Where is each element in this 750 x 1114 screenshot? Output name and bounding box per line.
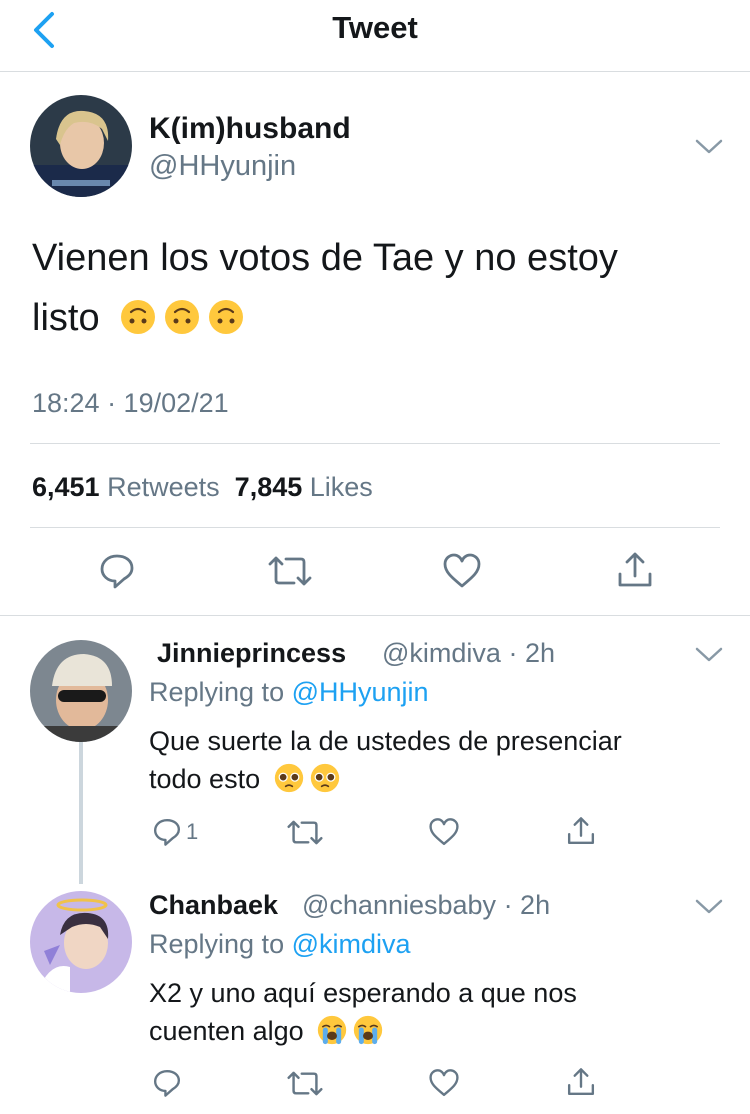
top-bar: Tweet: [0, 0, 750, 72]
tweet-text: Vienen los votos de Tae y no estoy listo: [32, 228, 712, 348]
author-handle[interactable]: @HHyunjin: [149, 150, 296, 183]
replying-to-handle[interactable]: @HHyunjin: [292, 677, 429, 707]
avatar[interactable]: [30, 891, 132, 993]
chevron-down-icon[interactable]: [694, 136, 724, 156]
author-name[interactable]: K(im)husband: [149, 112, 351, 146]
likes-label: Likes: [309, 472, 373, 502]
divider: [30, 527, 720, 528]
like-button[interactable]: [428, 817, 460, 847]
likes-stat[interactable]: 7,845 Likes: [235, 472, 373, 502]
retweets-label: Retweets: [107, 472, 220, 502]
avatar[interactable]: [30, 640, 132, 742]
likes-count: 7,845: [234, 472, 303, 502]
like-button[interactable]: [428, 1068, 460, 1098]
share-button[interactable]: [566, 1066, 596, 1098]
tweet-text-line-2: listo: [32, 297, 100, 339]
page-title: Tweet: [332, 10, 418, 45]
loudly-crying-face-icon: [317, 1015, 347, 1045]
upside-down-face-icon: [165, 300, 200, 334]
retweets-stat[interactable]: 6,451 Retweets: [32, 472, 220, 502]
replying-to-handle[interactable]: @kimdiva: [292, 929, 411, 959]
chevron-down-icon[interactable]: [694, 644, 724, 664]
reply-button[interactable]: [98, 552, 136, 590]
reply-author-handle: @kimdiva · 2h: [382, 638, 555, 669]
reply-icon: [100, 554, 134, 589]
reply-handle[interactable]: @kimdiva: [382, 638, 501, 668]
upside-down-face-icon: [121, 300, 156, 334]
retweet-icon: [268, 556, 312, 586]
reply-text-line-1: X2 y uno aquí esperando a que nos: [149, 978, 577, 1008]
upside-down-face-icon: [209, 300, 244, 334]
chevron-down-icon[interactable]: [694, 896, 724, 916]
thread-line: [79, 742, 83, 884]
share-button[interactable]: [566, 815, 596, 847]
loudly-crying-face-icon: [353, 1015, 383, 1045]
reply-text: Que suerte la de ustedes de presenciar t…: [149, 722, 622, 798]
share-button[interactable]: [616, 550, 654, 590]
reply-count: 1: [186, 819, 199, 844]
reply-text-line-1: Que suerte la de ustedes de presenciar: [149, 726, 622, 756]
replying-to: Replying to @kimdiva: [149, 929, 411, 960]
reply-handle[interactable]: @channiesbaby: [302, 890, 496, 920]
tweet-text-line-1: Vienen los votos de Tae y no estoy: [32, 237, 618, 279]
replying-to-prefix: Replying to: [149, 929, 285, 959]
tweet-timestamp[interactable]: 18:24 · 19/02/21: [32, 388, 229, 419]
avatar[interactable]: [30, 95, 132, 197]
reply-author-handle: @channiesbaby · 2h: [302, 890, 550, 921]
replying-to-prefix: Replying to: [149, 677, 285, 707]
reply-time: · 2h: [508, 638, 555, 668]
tweet-stats: 6,451 Retweets 7,845 Likes: [32, 472, 373, 503]
reply-author-name[interactable]: Jinnieprincess: [157, 638, 346, 669]
retweet-button[interactable]: [287, 817, 323, 848]
reply-button[interactable]: 1: [152, 817, 198, 847]
heart-icon: [443, 553, 481, 588]
divider: [30, 443, 720, 444]
reply-text-line-2: todo esto: [149, 764, 261, 794]
pleading-face-icon: [274, 763, 303, 793]
pleading-face-icon: [310, 763, 339, 793]
retweet-button[interactable]: [287, 1068, 323, 1099]
share-icon: [567, 1068, 595, 1096]
reply-button[interactable]: [152, 1068, 182, 1098]
retweets-count: 6,451: [32, 472, 100, 502]
retweet-icon: [287, 1071, 323, 1096]
reply-icon: [153, 818, 181, 846]
heart-icon: [429, 1069, 459, 1097]
reply-author-name[interactable]: Chanbaek: [149, 890, 278, 921]
reply-text-line-2: cuenten algo: [149, 1016, 304, 1046]
share-icon: [618, 552, 652, 587]
like-button[interactable]: [442, 552, 482, 590]
retweet-button[interactable]: [268, 552, 312, 590]
retweet-icon: [287, 820, 323, 845]
reply-icon: [153, 1069, 181, 1097]
share-icon: [567, 817, 595, 845]
heart-icon: [429, 818, 459, 846]
reply-time: · 2h: [503, 890, 551, 920]
divider: [0, 615, 750, 616]
reply-text: X2 y uno aquí esperando a que nos cuente…: [149, 974, 577, 1050]
replying-to: Replying to @HHyunjin: [149, 677, 429, 708]
